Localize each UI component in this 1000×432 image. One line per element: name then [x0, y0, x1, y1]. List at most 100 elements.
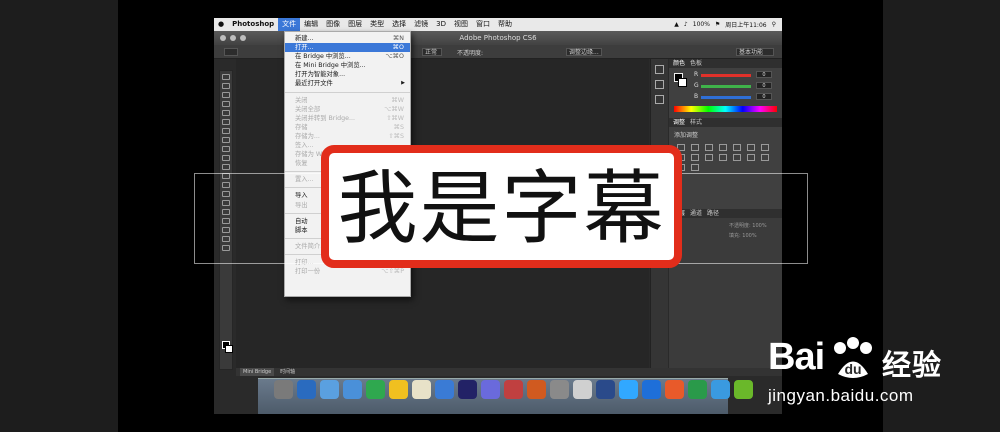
menu-3d[interactable]: 3D — [432, 18, 450, 31]
exposure-icon[interactable] — [719, 144, 727, 151]
menu-window[interactable]: 窗口 — [472, 18, 494, 31]
slider-blue-track[interactable] — [701, 96, 751, 99]
dock-app-icon[interactable] — [366, 380, 385, 399]
dock-app-icon[interactable] — [665, 380, 684, 399]
dock-app-icon[interactable] — [504, 380, 523, 399]
history-brush-tool-icon[interactable] — [222, 155, 230, 161]
lookup-icon[interactable] — [719, 154, 727, 161]
balance-icon[interactable] — [761, 144, 769, 151]
crop-tool-icon[interactable] — [222, 110, 230, 116]
search-icon[interactable]: ⚲ — [772, 21, 776, 28]
invert-icon[interactable] — [733, 154, 741, 161]
tab-mini-bridge[interactable]: Mini Bridge — [240, 368, 275, 376]
menu-filter[interactable]: 滤镜 — [410, 18, 432, 31]
menu-file[interactable]: 文件 — [278, 18, 301, 31]
volume-icon[interactable]: ♪ — [684, 21, 688, 28]
marquee-tool-icon[interactable] — [222, 83, 230, 89]
quick-select-tool-icon[interactable] — [222, 101, 230, 107]
flag-icon[interactable]: ⚑ — [715, 21, 720, 28]
levels-icon[interactable] — [691, 144, 699, 151]
channel-mixer-icon[interactable] — [705, 154, 713, 161]
background-color-swatch[interactable] — [225, 345, 233, 353]
dock-app-icon[interactable] — [688, 380, 707, 399]
lasso-tool-icon[interactable] — [222, 92, 230, 98]
tab-color[interactable]: 颜色 — [673, 59, 685, 68]
dock-app-icon[interactable] — [573, 380, 592, 399]
eyedropper-tool-icon[interactable] — [222, 119, 230, 125]
dock-app-icon[interactable] — [711, 380, 730, 399]
slider-green-value[interactable]: 0 — [756, 82, 772, 89]
file-menu-item[interactable]: 新建... ⌘N — [285, 34, 410, 43]
dock-app-icon[interactable] — [550, 380, 569, 399]
dock-app-icon[interactable] — [734, 380, 753, 399]
style-mode-select[interactable]: 正常 — [422, 48, 442, 56]
dock-app-icon[interactable] — [343, 380, 362, 399]
tab-swatches[interactable]: 色板 — [690, 59, 702, 68]
selective-color-icon[interactable] — [691, 164, 699, 171]
file-menu-item[interactable]: 打开... ⌘O — [285, 43, 410, 53]
dock-app-icon[interactable] — [619, 380, 638, 399]
clock-text[interactable]: 周日上午11:06 — [725, 20, 766, 29]
file-menu-item[interactable]: 打开为智能对象... — [285, 70, 410, 79]
dock-app-icon[interactable] — [481, 380, 500, 399]
posterize-icon[interactable] — [747, 154, 755, 161]
dock-app-icon[interactable] — [527, 380, 546, 399]
history-panel-icon[interactable] — [655, 65, 664, 74]
file-menu-item-label: 恢复 — [295, 160, 308, 168]
apple-icon[interactable]: ● — [214, 18, 228, 31]
eraser-tool-icon[interactable] — [222, 164, 230, 170]
file-menu-item-shortcut: ⌘W — [391, 96, 404, 104]
minimize-window-button[interactable] — [230, 35, 236, 41]
menu-layer[interactable]: 图层 — [344, 18, 366, 31]
battery-text[interactable]: 100% — [693, 21, 710, 28]
dock-app-icon[interactable] — [596, 380, 615, 399]
tab-adjustments[interactable]: 调整 — [673, 118, 685, 127]
hue-icon[interactable] — [747, 144, 755, 151]
vibrance-icon[interactable] — [733, 144, 741, 151]
dock-app-icon[interactable] — [320, 380, 339, 399]
slider-red-track[interactable] — [701, 74, 751, 77]
dock-app-icon[interactable] — [642, 380, 661, 399]
wifi-icon[interactable]: ▲ — [674, 21, 679, 28]
menu-type[interactable]: 类型 — [366, 18, 388, 31]
marquee-preset-icon[interactable] — [224, 48, 238, 56]
dock-app-icon[interactable] — [435, 380, 454, 399]
dock-app-icon[interactable] — [458, 380, 477, 399]
tab-timeline[interactable]: 时间轴 — [280, 368, 295, 376]
menu-edit[interactable]: 编辑 — [300, 18, 322, 31]
menu-select[interactable]: 选择 — [388, 18, 410, 31]
move-tool-icon[interactable] — [222, 74, 230, 80]
panel-background-swatch[interactable] — [678, 78, 687, 87]
brush-tool-icon[interactable] — [222, 137, 230, 143]
file-menu-item[interactable]: 最近打开文件 ▶ — [285, 79, 410, 88]
menu-image[interactable]: 图像 — [322, 18, 344, 31]
close-window-button[interactable] — [220, 35, 226, 41]
dock-app-icon[interactable] — [274, 380, 293, 399]
dock-app-icon[interactable] — [412, 380, 431, 399]
file-menu-item: 打印一份 ⌥⇧⌘P — [285, 267, 410, 276]
file-menu-item[interactable]: 在 Bridge 中浏览... ⌥⌘O — [285, 52, 410, 61]
slider-green-track[interactable] — [701, 85, 751, 88]
dock-app-icon[interactable] — [389, 380, 408, 399]
color-spectrum-bar[interactable] — [674, 106, 777, 112]
stamp-tool-icon[interactable] — [222, 146, 230, 152]
dock-app-icon[interactable] — [297, 380, 316, 399]
menu-view[interactable]: 视图 — [450, 18, 472, 31]
curves-icon[interactable] — [705, 144, 713, 151]
workspace-select[interactable]: 基本功能 — [736, 48, 774, 56]
threshold-icon[interactable] — [761, 154, 769, 161]
slider-red-value[interactable]: 0 — [756, 71, 772, 78]
menu-help[interactable]: 帮助 — [494, 18, 516, 31]
refine-edge-button[interactable]: 调整边缘... — [566, 48, 602, 56]
paragraph-panel-icon[interactable] — [655, 95, 664, 104]
properties-panel-icon[interactable] — [655, 80, 664, 89]
tab-styles[interactable]: 样式 — [690, 118, 702, 127]
healing-tool-icon[interactable] — [222, 128, 230, 134]
window-title: Adobe Photoshop CS6 — [459, 34, 537, 42]
photo-filter-icon[interactable] — [691, 154, 699, 161]
menu-photoshop[interactable]: Photoshop — [228, 18, 278, 31]
slider-red-label: R — [694, 71, 699, 78]
file-menu-item[interactable]: 在 Mini Bridge 中浏览... — [285, 61, 410, 70]
zoom-window-button[interactable] — [240, 35, 246, 41]
slider-blue-value[interactable]: 0 — [756, 93, 772, 100]
